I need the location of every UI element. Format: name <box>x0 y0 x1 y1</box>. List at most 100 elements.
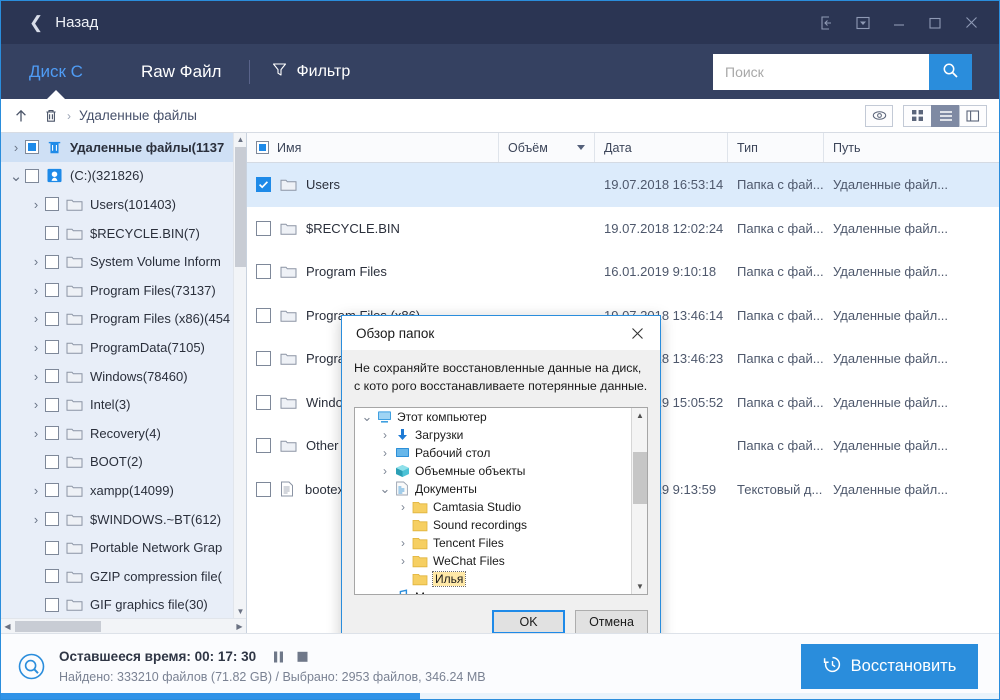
breadcrumb-path[interactable]: Удаленные файлы <box>79 108 197 123</box>
row-checkbox[interactable] <box>256 308 271 323</box>
tree-item[interactable]: ›GZIP compression file( <box>1 562 246 591</box>
dialog-tree-item[interactable]: ›Tencent Files <box>355 534 647 552</box>
chevron-right-icon[interactable]: › <box>27 340 45 355</box>
grid-view-icon[interactable] <box>903 105 931 127</box>
tree-item-checkbox[interactable] <box>45 226 59 240</box>
folder-tree[interactable]: ›Удаленные файлы(1137⌄(C:)(321826)›Users… <box>1 133 246 618</box>
tree-item-checkbox[interactable] <box>45 255 59 269</box>
filter-button[interactable]: Фильтр <box>272 62 350 82</box>
tree-item[interactable]: ›System Volume Inform <box>1 247 246 276</box>
tree-item[interactable]: ›Удаленные файлы(1137 <box>1 133 246 162</box>
chevron-right-icon[interactable]: › <box>27 512 45 527</box>
tree-item-checkbox[interactable] <box>45 483 59 497</box>
chevron-right-icon[interactable]: › <box>7 140 25 155</box>
row-checkbox[interactable] <box>256 482 271 497</box>
tree-item[interactable]: ›Windows(78460) <box>1 362 246 391</box>
tree-item[interactable]: ›Portable Network Grap <box>1 533 246 562</box>
tree-item-checkbox[interactable] <box>45 369 59 383</box>
dialog-scroll-down-icon[interactable]: ▼ <box>632 578 648 594</box>
close-icon[interactable] <box>953 1 989 44</box>
chevron-down-icon[interactable]: ⌄ <box>359 409 375 425</box>
tree-item[interactable]: ›Program Files (x86)(454 <box>1 305 246 334</box>
tree-item-checkbox[interactable] <box>45 426 59 440</box>
tree-item-checkbox[interactable] <box>45 541 59 555</box>
tree-item-checkbox[interactable] <box>45 312 59 326</box>
tree-item-checkbox[interactable] <box>45 398 59 412</box>
table-row[interactable]: Program Files16.01.2019 9:10:18Папка с ф… <box>247 250 999 294</box>
tree-item[interactable]: ›xampp(14099) <box>1 476 246 505</box>
tree-item-checkbox[interactable] <box>45 340 59 354</box>
tree-scroll-right-icon[interactable]: ▶ <box>233 619 246 634</box>
chevron-right-icon[interactable]: › <box>395 500 411 514</box>
trash-icon[interactable] <box>43 108 59 124</box>
chevron-right-icon[interactable]: › <box>27 311 45 326</box>
dialog-tree-item[interactable]: ›Camtasia Studio <box>355 498 647 516</box>
cancel-button[interactable]: Отмена <box>575 610 648 634</box>
chevron-right-icon[interactable]: › <box>377 464 393 478</box>
column-header[interactable]: Тип <box>728 133 824 162</box>
chevron-right-icon[interactable]: › <box>27 254 45 269</box>
column-header[interactable]: Путь <box>824 133 992 162</box>
tree-item[interactable]: ›BOOT(2) <box>1 448 246 477</box>
table-row[interactable]: $RECYCLE.BIN19.07.2018 12:02:24Папка с ф… <box>247 207 999 251</box>
column-header[interactable]: Имя <box>247 133 499 162</box>
select-all-checkbox[interactable] <box>256 141 269 154</box>
sort-descending-icon[interactable] <box>577 145 585 150</box>
ok-button[interactable]: OK <box>492 610 565 634</box>
tree-item-checkbox[interactable] <box>45 569 59 583</box>
chevron-right-icon[interactable]: › <box>27 426 45 441</box>
column-header[interactable]: Объём <box>499 133 595 162</box>
minimize-icon[interactable] <box>881 1 917 44</box>
column-header[interactable]: Дата <box>595 133 728 162</box>
chevron-right-icon[interactable]: › <box>27 197 45 212</box>
arrow-up-icon[interactable] <box>13 108 29 124</box>
tree-item-checkbox[interactable] <box>45 512 59 526</box>
pause-icon[interactable] <box>272 650 285 664</box>
maximize-icon[interactable] <box>917 1 953 44</box>
tab-disk-c[interactable]: Диск С <box>23 44 89 99</box>
chevron-down-icon[interactable]: ⌄ <box>7 167 25 185</box>
tree-item-checkbox[interactable] <box>45 598 59 612</box>
dialog-tree-item[interactable]: ›Sound recordings <box>355 516 647 534</box>
back-button[interactable]: ❮ Назад <box>29 14 98 31</box>
table-row[interactable]: Users19.07.2018 16:53:14Папка с фай...Уд… <box>247 163 999 207</box>
stop-icon[interactable] <box>296 650 309 664</box>
restore-button[interactable]: Восстановить <box>801 644 978 689</box>
account-logout-icon[interactable] <box>809 1 845 44</box>
dialog-tree-item[interactable]: ⌄Документы <box>355 480 647 498</box>
tab-raw-file[interactable]: Raw Файл <box>135 44 228 99</box>
tree-scroll-up-icon[interactable]: ▲ <box>234 133 246 146</box>
row-checkbox[interactable] <box>256 395 271 410</box>
row-checkbox[interactable] <box>256 221 271 236</box>
chevron-down-icon[interactable]: ⌄ <box>377 481 393 497</box>
tree-item[interactable]: ›Intel(3) <box>1 390 246 419</box>
eye-icon[interactable] <box>865 105 893 127</box>
tree-horizontal-scroll-thumb[interactable] <box>15 621 101 632</box>
chevron-right-icon[interactable]: › <box>377 428 393 442</box>
tree-vertical-scroll-thumb[interactable] <box>235 147 246 267</box>
chevron-right-icon[interactable]: › <box>395 536 411 550</box>
dialog-tree-item[interactable]: ›Музыка <box>355 588 647 595</box>
chevron-right-icon[interactable]: › <box>27 483 45 498</box>
close-icon[interactable] <box>620 316 654 350</box>
dialog-tree-item[interactable]: ›Илья <box>355 570 647 588</box>
dialog-scroll-up-icon[interactable]: ▲ <box>632 408 648 424</box>
tree-item-checkbox[interactable] <box>45 455 59 469</box>
dialog-tree-item[interactable]: ›Рабочий стол <box>355 444 647 462</box>
search-button[interactable] <box>929 54 972 90</box>
tree-item[interactable]: ⌄(C:)(321826) <box>1 162 246 191</box>
tree-item[interactable]: ›$RECYCLE.BIN(7) <box>1 219 246 248</box>
dialog-tree-item[interactable]: ›WeChat Files <box>355 552 647 570</box>
dialog-tree-scroll-thumb[interactable] <box>633 452 647 504</box>
dialog-folder-tree[interactable]: ⌄Этот компьютер›Загрузки›Рабочий стол›Об… <box>354 407 648 595</box>
chevron-right-icon[interactable]: › <box>377 446 393 460</box>
dialog-tree-item[interactable]: ⌄Этот компьютер <box>355 408 647 426</box>
row-checkbox[interactable] <box>256 351 271 366</box>
tree-item[interactable]: ›Program Files(73137) <box>1 276 246 305</box>
split-view-icon[interactable] <box>959 105 987 127</box>
list-view-icon[interactable] <box>931 105 959 127</box>
chevron-right-icon[interactable]: › <box>27 397 45 412</box>
tree-item-checkbox[interactable] <box>45 283 59 297</box>
chevron-right-icon[interactable]: › <box>377 590 393 595</box>
downloads-icon[interactable] <box>845 1 881 44</box>
